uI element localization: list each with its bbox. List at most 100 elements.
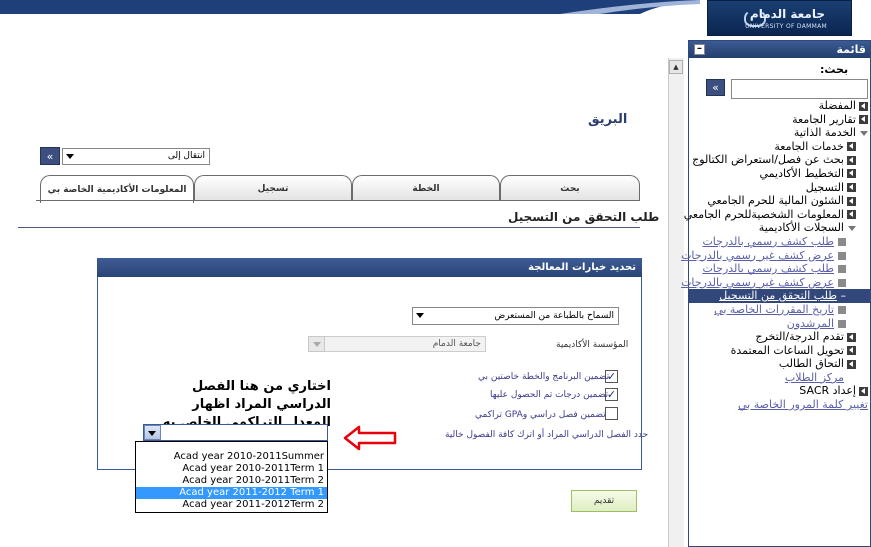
- bullet-square-icon: [838, 305, 846, 314]
- expand-arrow-icon[interactable]: [847, 196, 856, 206]
- sidebar-item[interactable]: المرشدون: [689, 317, 870, 331]
- sidebar-item[interactable]: المفضلة: [689, 99, 870, 113]
- term-select[interactable]: [143, 424, 328, 441]
- vertical-scrollbar[interactable]: [668, 58, 684, 547]
- sidebar-item[interactable]: تقارير الجامعة: [689, 113, 870, 127]
- red-arrow-icon: [343, 425, 397, 451]
- logo-arabic-text: جامعة الدمام: [749, 7, 825, 21]
- sidebar-item[interactable]: الخدمة الذاتية: [689, 126, 870, 140]
- sidebar-item[interactable]: الشئون المالية للحرم الجامعي: [689, 194, 870, 208]
- checkmark-icon: ✓: [606, 388, 617, 401]
- sidebar-item-label: عرض كشف غير رسمي بالدرجات: [681, 275, 834, 289]
- sidebar-item-label: تغيير كلمة المرور الخاصة بي: [738, 398, 868, 412]
- term-dropdown-list: Acad year 2010-2011Summer Acad year 2010-…: [135, 441, 328, 513]
- sidebar-item-label: تقارير الجامعة: [792, 112, 856, 126]
- sidebar-item-label: الخدمة الذاتية: [793, 126, 856, 140]
- sidebar-item[interactable]: السجلات الأكاديمية: [689, 221, 870, 235]
- tab-enroll[interactable]: تسجيل: [194, 175, 352, 201]
- expand-arrow-icon[interactable]: [859, 101, 868, 111]
- tab-my-academics[interactable]: المعلومات الأكاديمية الخاصة بي: [40, 175, 194, 203]
- bullet-square-icon: [838, 237, 846, 246]
- sidebar-search-input[interactable]: [731, 79, 868, 99]
- sidebar-item-label: مركز الطلاب: [784, 370, 844, 384]
- sidebar-item-label: طلب كشف رسمي بالدرجات: [702, 262, 834, 276]
- sidebar-item-label: إعداد SACR: [799, 384, 856, 398]
- sidebar-item[interactable]: بحث عن فصل/استعراض الكتالوج: [689, 153, 870, 167]
- include-gpa-label: تضمين فصل دراسي وGPA تراكمي: [475, 410, 606, 420]
- top-banner-wave: [0, 0, 700, 14]
- expand-arrow-icon[interactable]: [847, 169, 856, 179]
- sidebar-item-label: التخطيط الأكاديمي: [759, 166, 844, 180]
- sidebar-item-label: الشئون المالية للحرم الجامعي: [707, 194, 844, 208]
- expand-arrow-icon[interactable]: [847, 210, 856, 220]
- sidebar-item-label: عرض كشف غير رسمي بالدرجات: [681, 248, 834, 262]
- sidebar-item[interactable]: تحويل الساعات المعتمدة: [689, 344, 870, 358]
- bullet-square-icon: [838, 265, 846, 274]
- subtitle-rule: [18, 227, 640, 228]
- expand-arrow-icon[interactable]: [847, 142, 856, 152]
- sidebar-item[interactable]: تغيير كلمة المرور الخاصة بي: [689, 398, 870, 412]
- institution-value: جامعة الدمام: [432, 339, 481, 349]
- tab-plan[interactable]: الخطة: [352, 175, 500, 201]
- institution-dropdown-icon[interactable]: [308, 336, 325, 352]
- print-option-select[interactable]: السماح بالطباعة من المستعرض: [412, 307, 619, 325]
- sidebar-item[interactable]: التسجيل: [689, 181, 870, 195]
- include-program-label: تضمين البرنامج والخطة خاصتين بي: [478, 372, 610, 382]
- sidebar-item-label: طلب كشف رسمي بالدرجات: [702, 234, 834, 248]
- sidebar-item[interactable]: عرض كشف غير رسمي بالدرجات: [681, 249, 870, 263]
- bullet-square-icon: [838, 319, 846, 328]
- sidebar-item[interactable]: تقدم الدرجة/التخرج: [689, 330, 870, 344]
- sidebar-item[interactable]: طلب كشف رسمي بالدرجات: [689, 235, 870, 249]
- sidebar-item[interactable]: طلب كشف رسمي بالدرجات: [689, 262, 870, 276]
- expand-arrow-icon[interactable]: [847, 359, 856, 369]
- sidebar-item[interactable]: تاريخ المقررات الخاصة بي: [689, 303, 870, 317]
- page-title: البريق: [588, 112, 628, 127]
- scroll-up-icon[interactable]: ▲: [669, 60, 683, 74]
- expand-arrow-icon[interactable]: [847, 346, 856, 356]
- tab-divider: [36, 200, 640, 201]
- sidebar-item[interactable]: التحاق الطالب: [689, 357, 870, 371]
- sidebar-search-label: بحث:: [820, 63, 849, 76]
- term-option[interactable]: Acad year 2011-2012 Term 1: [136, 487, 327, 499]
- tab-search[interactable]: بحث: [500, 175, 640, 201]
- institution-label: المؤسسة الأكاديمية: [556, 340, 629, 350]
- term-option[interactable]: Acad year 2011-2012Term 2: [136, 499, 327, 511]
- expand-arrow-icon[interactable]: [859, 386, 868, 396]
- sidebar-item-label: طلب التحقق من التسجيل: [719, 289, 837, 303]
- sidebar-item[interactable]: التخطيط الأكاديمي: [689, 167, 870, 181]
- sidebar-item[interactable]: إعداد SACR: [689, 384, 870, 398]
- sidebar-item-label: السجلات الأكاديمية: [758, 221, 844, 235]
- sidebar-item[interactable]: عرض كشف غير رسمي بالدرجات: [681, 276, 870, 290]
- sidebar-item-label: خدمات الجامعة: [774, 139, 844, 153]
- include-gpa-checkbox[interactable]: [605, 407, 618, 420]
- sidebar-item[interactable]: – طلب التحقق من التسجيل: [689, 289, 870, 303]
- expand-arrow-icon[interactable]: [847, 332, 856, 342]
- term-option[interactable]: Acad year 2010-2011Term 2: [136, 475, 327, 487]
- sidebar-item-label: المعلومات الشخصيةللحرم الجامعي: [683, 207, 844, 221]
- sidebar-item-label: بحث عن فصل/استعراض الكتالوج: [692, 153, 844, 167]
- collapse-arrow-icon[interactable]: [859, 129, 868, 138]
- sidebar-item[interactable]: مركز الطلاب: [689, 371, 870, 385]
- goto-select[interactable]: انتقال إلى: [62, 148, 210, 165]
- term-dropdown-icon[interactable]: [144, 425, 161, 440]
- expand-arrow-icon[interactable]: [859, 115, 868, 125]
- goto-select-label: انتقال إلى: [167, 151, 205, 161]
- goto-go-button[interactable]: «: [40, 147, 60, 165]
- sidebar-item-label: تحويل الساعات المعتمدة: [730, 343, 844, 357]
- collapse-icon[interactable]: –: [694, 44, 705, 55]
- print-option-value: السماح بالطباعة من المستعرض: [494, 311, 614, 321]
- sidebar-item-label: تاريخ المقررات الخاصة بي: [714, 302, 834, 316]
- sidebar-item[interactable]: خدمات الجامعة: [689, 140, 870, 154]
- search-go-button[interactable]: «: [706, 79, 725, 96]
- sidebar-item[interactable]: المعلومات الشخصيةللحرم الجامعي: [684, 208, 870, 222]
- page-subtitle: طلب التحقق من التسجيل: [508, 210, 660, 224]
- institution-field[interactable]: جامعة الدمام: [308, 336, 486, 352]
- submit-button[interactable]: تقديم: [571, 490, 637, 512]
- collapse-arrow-icon[interactable]: [847, 224, 856, 233]
- term-option[interactable]: Acad year 2010-2011Term 1: [136, 463, 327, 475]
- bullet-square-icon: [838, 278, 846, 287]
- expand-arrow-icon[interactable]: [847, 155, 856, 165]
- sidebar-menu: المفضلة تقارير الجامعة الخدمة الذاتية خدمات…: [681, 99, 870, 412]
- expand-arrow-icon[interactable]: [847, 183, 856, 193]
- term-option[interactable]: Acad year 2010-2011Summer: [136, 451, 327, 463]
